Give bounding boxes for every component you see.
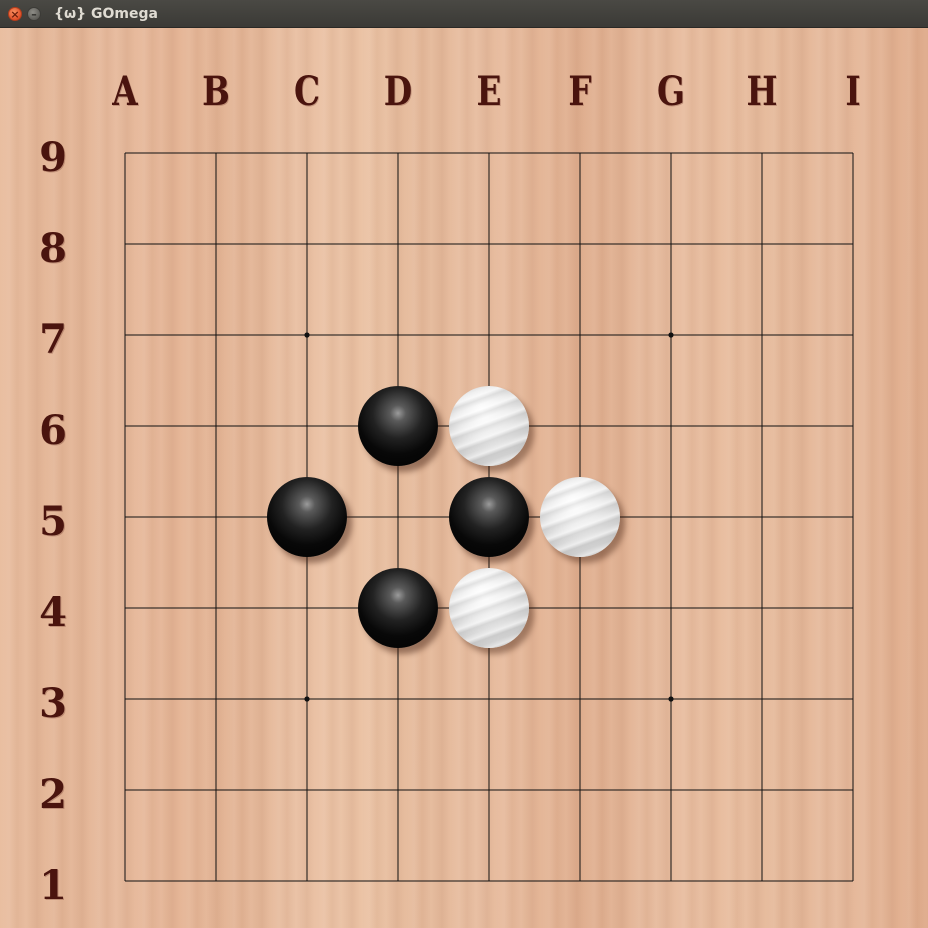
row-label: 9 <box>39 134 67 181</box>
column-label: E <box>476 68 502 115</box>
go-board[interactable]: A B C D E F G H I 9 8 7 6 5 4 3 2 1 <box>0 28 928 928</box>
close-window-button[interactable]: × <box>8 7 22 21</box>
star-point <box>304 332 310 338</box>
row-label: 6 <box>39 407 67 454</box>
row-label: 2 <box>39 771 67 818</box>
white-stone <box>449 386 529 466</box>
white-stone <box>449 568 529 648</box>
column-label: I <box>845 68 861 115</box>
close-icon: × <box>10 7 20 21</box>
row-label: 3 <box>39 680 67 727</box>
black-stone <box>358 386 438 466</box>
black-stone <box>449 477 529 557</box>
star-point <box>668 696 674 702</box>
star-point <box>304 696 310 702</box>
column-label: H <box>746 68 778 115</box>
title-bar: × – {ω} GOmega <box>0 0 928 28</box>
row-label: 5 <box>39 498 67 545</box>
window-title: {ω} GOmega <box>54 6 158 22</box>
row-label: 8 <box>39 225 67 272</box>
column-label: C <box>293 68 321 115</box>
column-label: B <box>202 68 230 115</box>
row-label: 7 <box>39 316 67 363</box>
white-stone <box>540 477 620 557</box>
minimize-window-button[interactable]: – <box>27 7 41 21</box>
column-label: F <box>568 68 592 115</box>
column-label: A <box>112 68 138 115</box>
column-label: G <box>656 68 686 115</box>
row-label: 4 <box>39 589 67 636</box>
black-stone <box>267 477 347 557</box>
board-grid <box>124 152 854 882</box>
row-label: 1 <box>39 862 67 909</box>
minimize-icon: – <box>31 7 37 21</box>
column-label: D <box>383 68 413 115</box>
black-stone <box>358 568 438 648</box>
star-point <box>668 332 674 338</box>
